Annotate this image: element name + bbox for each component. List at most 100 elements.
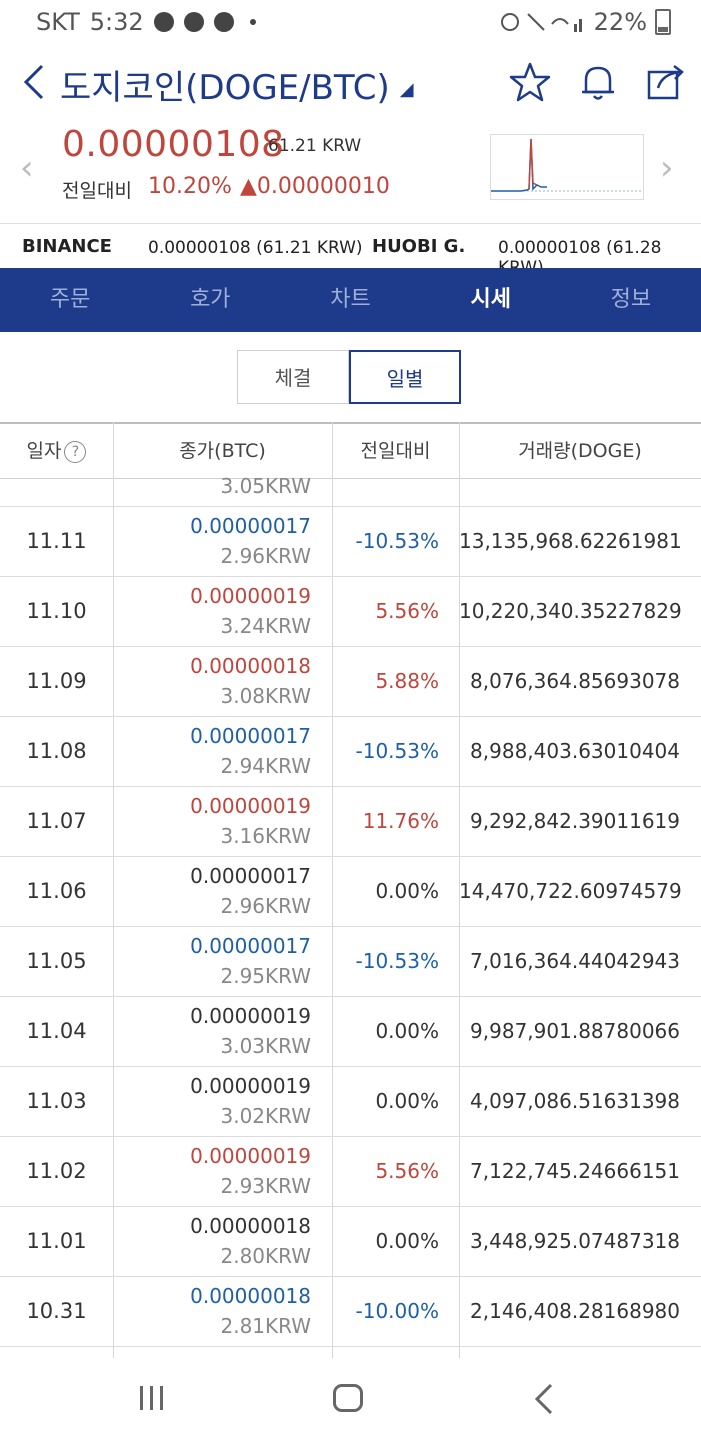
current-price-krw: 61.21 KRW [268,136,362,156]
row-volume: 4,097,086.51631398 [470,1089,680,1113]
row-volume: 10,220,340.35227829 [459,599,682,623]
bell-icon[interactable] [576,60,620,104]
main-tabs: 주문 호가 차트 시세 정보 [0,268,701,332]
row-volume: 8,988,403.63010404 [470,739,680,763]
daily-price-table[interactable]: 3.05KRW 11.11 0.00000017 2.96KRW -10.53% 13,… [0,476,701,1358]
home-icon[interactable] [333,1384,363,1412]
table-row: 11.02 0.00000019 2.93KRW 5.56% 7,122,745.246… [0,1136,701,1207]
row-change: -10.00% [355,1299,439,1323]
row-date: 11.09 [26,669,87,693]
table-row: 11.10 0.00000019 3.24KRW 5.56% 10,220,340.35… [0,576,701,647]
system-nav-bar [0,1358,701,1440]
table-row: 11.08 0.00000017 2.94KRW -10.53% 8,988,403.6… [0,716,701,787]
app-header: 도지코인(DOGE/BTC) ◢ [0,52,701,112]
row-change: 5.56% [375,599,439,623]
row-date: 11.03 [26,1089,87,1113]
prev-coin-icon[interactable]: ‹ [20,148,34,188]
row-volume: 8,076,364.85693078 [470,669,680,693]
exchange-prices: BINANCE 0.00000108 (61.21 KRW) HUOBI G. … [0,226,701,278]
clock: 5:32 [89,8,144,36]
back-icon[interactable] [18,60,48,104]
row-close-price: 0.00000019 [190,584,311,608]
row-change: 0.00% [375,1019,439,1043]
table-row: 11.01 0.00000018 2.80KRW 0.00% 3,448,925.074… [0,1206,701,1277]
row-volume: 7,016,364.44042943 [470,949,680,973]
status-right: 22% [500,8,671,36]
coin-title[interactable]: 도지코인(DOGE/BTC) ◢ [60,60,414,109]
row-volume: 2,146,408.28168980 [470,1299,680,1323]
exchange-name: HUOBI G. [372,236,466,257]
table-row: 10.31 0.00000018 2.81KRW -10.00% 2,146,408.2… [0,1276,701,1347]
row-date: 11.06 [26,879,87,903]
battery-percent: 22% [593,8,647,36]
row-change: 11.76% [362,809,439,833]
app-icon [213,12,234,32]
row-close-price: 0.00000019 [190,1144,311,1168]
help-icon[interactable]: ? [64,440,87,463]
share-icon[interactable] [644,60,688,104]
exchange-name: BINANCE [22,236,112,257]
row-close-krw: 3.02KRW [220,1104,311,1128]
row-close-krw: 3.24KRW [220,614,311,638]
system-back-icon[interactable] [534,1382,554,1416]
table-row: 11.05 0.00000017 2.95KRW -10.53% 7,016,364.4… [0,926,701,997]
row-change: 0.00% [375,879,439,903]
row-close-price: 0.00000019 [190,1004,311,1028]
row-date: 11.10 [26,599,87,623]
column-header-date: 일자? [0,424,113,478]
row-volume: 9,292,842.39011619 [470,809,680,833]
row-volume: 14,470,722.60974579 [459,879,682,903]
table-row: 11.04 0.00000019 3.03KRW 0.00% 9,987,901.887… [0,996,701,1067]
tab-order[interactable]: 주문 [0,268,140,332]
row-close-krw: 2.80KRW [220,1244,311,1268]
row-change: -10.53% [355,529,439,553]
tab-info[interactable]: 정보 [561,268,701,332]
row-close-krw: 2.81KRW [220,1314,311,1338]
row-close-krw: 2.96KRW [220,894,311,918]
row-date: 11.08 [26,739,87,763]
table-row: 11.03 0.00000019 3.02KRW 0.00% 4,097,086.516… [0,1066,701,1137]
more-notifications-icon [249,19,256,25]
change-percent: 10.20% [148,174,232,199]
recent-apps-icon[interactable] [138,1386,166,1410]
status-left: SKT 5:32 [36,8,256,36]
row-volume: 13,135,968.62261981 [459,529,682,553]
sparkline-chart[interactable] [490,134,644,200]
tab-orderbook[interactable]: 호가 [140,268,280,332]
row-volume: 9,987,901.88780066 [470,1019,680,1043]
table-row: 11.09 0.00000018 3.08KRW 5.88% 8,076,364.856… [0,646,701,717]
change-label: 전일대비 [62,180,132,202]
row-change: 0.00% [375,1229,439,1253]
segment-daily[interactable]: 일별 [349,350,461,404]
segment-trades[interactable]: 체결 [237,350,349,404]
row-close-price: 0.00000017 [190,514,311,538]
row-close-price: 0.00000018 [190,654,311,678]
row-date: 10.31 [26,1299,87,1323]
table-header: 일자? 종가(BTC) 전일대비 거래량(DOGE) [0,422,701,479]
row-close-price: 0.00000018 [190,1214,311,1238]
current-price: 0.00000108 [62,124,285,165]
row-close-krw: 3.03KRW [220,1034,311,1058]
tab-chart[interactable]: 차트 [280,268,420,332]
next-coin-icon[interactable]: › [660,148,674,188]
column-header-date-label: 일자 [26,440,62,462]
dropdown-caret-icon: ◢ [399,79,414,100]
row-close-krw: 2.96KRW [220,544,311,568]
tab-market-price[interactable]: 시세 [421,268,561,332]
row-change: 5.88% [375,669,439,693]
row-close-krw: 2.94KRW [220,754,311,778]
row-close-krw: 3.08KRW [220,684,311,708]
row-close-krw: 3.16KRW [220,824,311,848]
row-close-krw: 2.93KRW [220,1174,311,1198]
column-header-volume: 거래량(DOGE) [518,440,642,462]
table-row: 11.07 0.00000019 3.16KRW 11.76% 9,292,842.39… [0,786,701,857]
star-icon[interactable] [508,60,552,104]
carrier: SKT [36,8,80,36]
row-close-price: 0.00000017 [190,934,311,958]
row-volume: 7,122,745.24666151 [470,1159,680,1183]
column-header-close: 종가(BTC) [179,440,266,462]
row-close-price: 0.00000019 [190,1074,311,1098]
table-row-partial: 3.05KRW [0,476,701,507]
row-close-krw: 3.05KRW [220,476,311,498]
change-amount: ▲0.00000010 [240,174,390,199]
